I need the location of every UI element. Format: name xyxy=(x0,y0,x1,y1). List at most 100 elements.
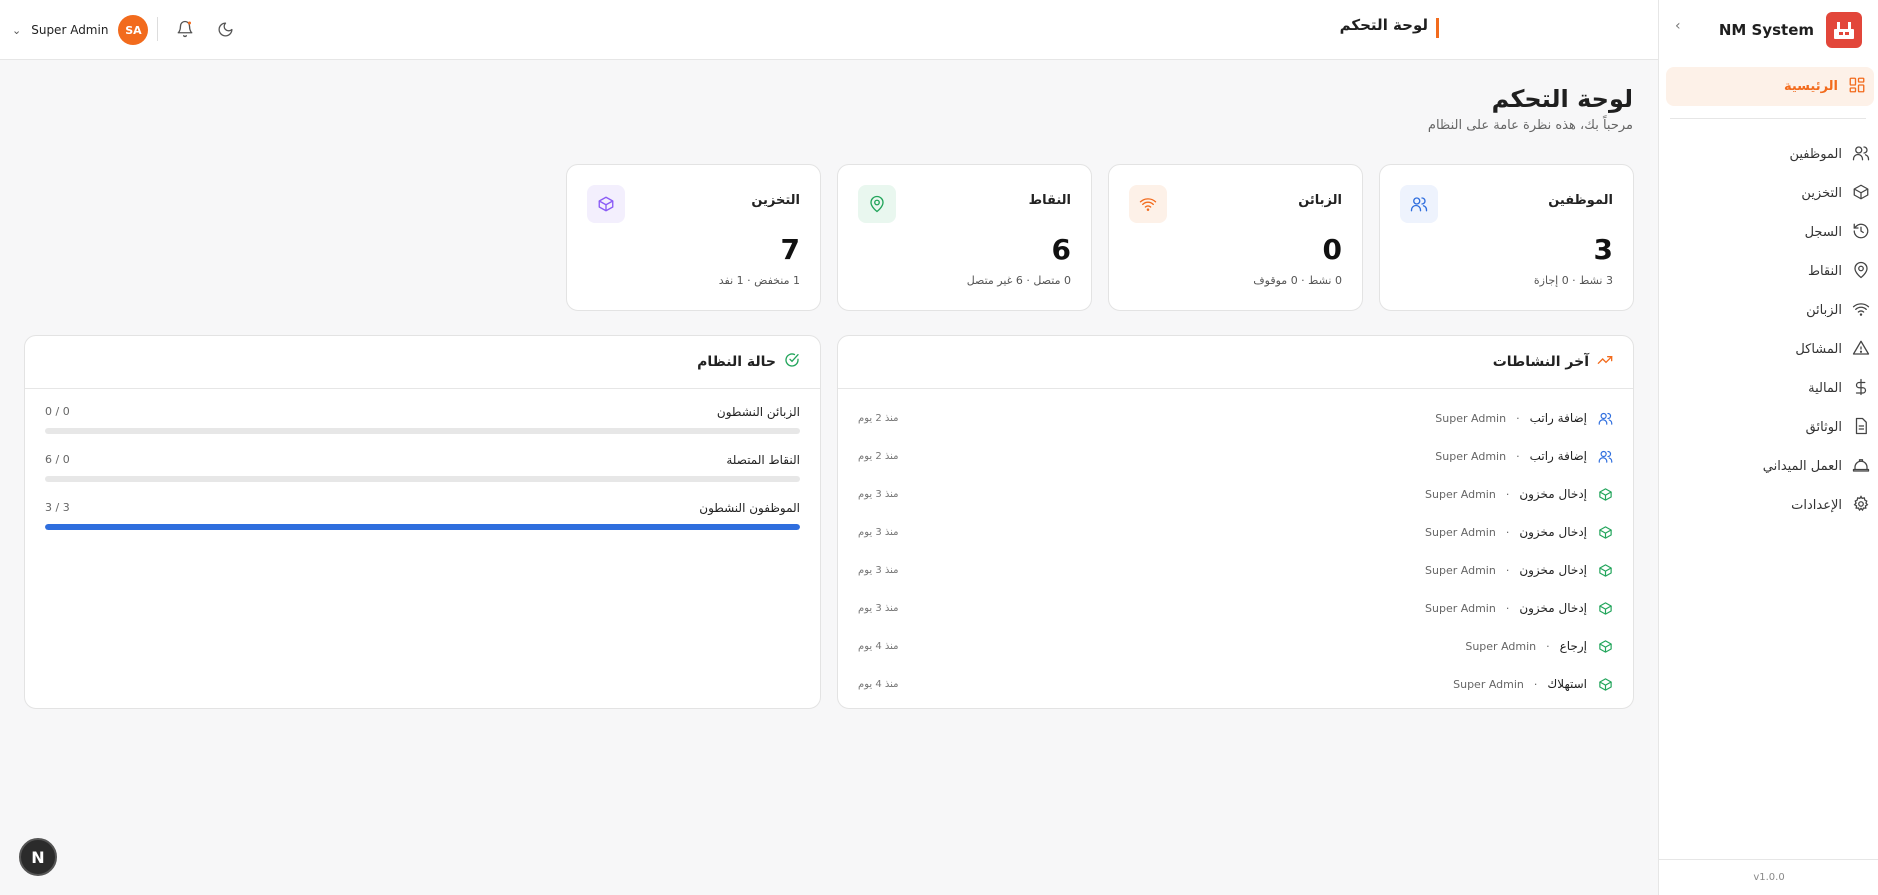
activity-time: منذ 3 يوم xyxy=(858,526,899,538)
separator: · xyxy=(1516,449,1520,463)
activity-user: Super Admin xyxy=(1435,411,1507,425)
sidebar-item-home[interactable]: الرئيسية xyxy=(1666,67,1874,106)
activity-item: استهلاك · Super Admin منذ 4 يوم xyxy=(858,671,1613,697)
box-icon xyxy=(1597,562,1613,578)
stat-sub: 3 نشط · 0 إجازة xyxy=(1533,274,1613,287)
status-label: الموظفون النشطون xyxy=(699,501,800,515)
divider xyxy=(1670,118,1866,119)
activity-item: إدخال مخزون · Super Admin منذ 3 يوم xyxy=(858,481,1613,507)
stat-sub: 0 نشط · 0 موقوف xyxy=(1253,274,1342,287)
dollar-icon xyxy=(1852,378,1870,400)
stat-card-customers[interactable]: الزبائن 0 0 نشط · 0 موقوف xyxy=(1108,164,1363,311)
sidebar-item-finance[interactable]: المالية xyxy=(1658,369,1878,408)
activity-panel: آخر النشاطات إضافة راتب · Super Admin منذ 2… xyxy=(837,335,1634,709)
stat-card-points[interactable]: النقاط 6 0 متصل · 6 غير متصل xyxy=(837,164,1092,311)
activity-user: Super Admin xyxy=(1425,601,1496,615)
users-icon xyxy=(1597,448,1613,464)
hard-hat-icon xyxy=(1852,456,1870,478)
sidebar-item-points[interactable]: النقاط xyxy=(1658,252,1878,291)
brand-name: NM System xyxy=(1718,21,1814,39)
sidebar-item-label: السجل xyxy=(1804,225,1842,240)
progress-track xyxy=(45,428,800,434)
box-icon xyxy=(1852,183,1870,205)
sidebar-item-documents[interactable]: الوثائق xyxy=(1658,408,1878,447)
activity-time: منذ 4 يوم xyxy=(858,640,899,652)
user-menu[interactable]: ⌄ Super Admin SA xyxy=(12,14,149,46)
activity-action: استهلاك xyxy=(1547,677,1587,691)
sidebar-item-log[interactable]: السجل xyxy=(1658,213,1878,252)
stat-value: 6 xyxy=(1051,233,1071,266)
sidebar-item-label: النقاط xyxy=(1807,264,1842,279)
sidebar-item-employees[interactable]: الموظفين xyxy=(1658,135,1878,174)
activity-item: إرجاع · Super Admin منذ 4 يوم xyxy=(858,633,1613,659)
stat-label: النقاط xyxy=(1028,193,1071,208)
logo-icon xyxy=(1826,12,1862,48)
separator: · xyxy=(1505,563,1510,577)
panel-title: حالة النظام xyxy=(697,354,776,370)
brand: NM System xyxy=(1719,12,1862,48)
page-title: لوحة التحكم xyxy=(1491,85,1633,113)
box-icon xyxy=(1597,676,1613,692)
stat-sub: 1 منخفض · 1 نفد xyxy=(718,274,800,287)
sidebar-item-label: المشاكل xyxy=(1795,342,1842,357)
status-count: 6 / 0 xyxy=(45,453,70,466)
activity-time: منذ 3 يوم xyxy=(858,488,899,500)
box-icon xyxy=(587,185,625,223)
sidebar-item-settings[interactable]: الإعدادات xyxy=(1658,486,1878,525)
version-label: v1.0.0 xyxy=(1659,859,1878,895)
divider xyxy=(157,17,158,41)
stat-sub: 0 متصل · 6 غير متصل xyxy=(966,274,1071,287)
activity-time: منذ 4 يوم xyxy=(858,678,899,690)
box-icon xyxy=(1597,486,1613,502)
status-label: النقاط المتصلة xyxy=(726,453,800,467)
sidebar-item-label: الموظفين xyxy=(1789,147,1842,162)
panel-title: آخر النشاطات xyxy=(1492,354,1589,370)
sidebar-item-issues[interactable]: المشاكل xyxy=(1658,330,1878,369)
status-row: النقاط المتصلة 6 / 0 xyxy=(45,453,800,493)
activity-time: منذ 2 يوم xyxy=(858,412,899,424)
dashboard-icon xyxy=(1848,76,1866,98)
collapse-sidebar-button[interactable]: ‹ xyxy=(1675,18,1681,34)
activity-action: إرجاع xyxy=(1559,639,1587,653)
stat-label: الزبائن xyxy=(1298,193,1342,208)
separator: · xyxy=(1505,487,1510,501)
activity-time: منذ 3 يوم xyxy=(858,602,899,614)
chevron-down-icon: ⌄ xyxy=(12,23,22,37)
stat-card-storage[interactable]: التخزين 7 1 منخفض · 1 نفد xyxy=(566,164,821,311)
activity-action: إدخال مخزون xyxy=(1519,563,1587,577)
sidebar-item-label: الإعدادات xyxy=(1791,498,1842,513)
floating-action-button[interactable]: N xyxy=(19,838,57,876)
activity-item: إدخال مخزون · Super Admin منذ 3 يوم xyxy=(858,557,1613,583)
sidebar-item-customers[interactable]: الزبائن xyxy=(1658,291,1878,330)
panel-header: آخر النشاطات xyxy=(838,336,1633,389)
activity-user: Super Admin xyxy=(1465,639,1537,653)
map-pin-icon xyxy=(858,185,896,223)
wifi-icon xyxy=(1129,185,1167,223)
sidebar-item-storage[interactable]: التخزين xyxy=(1658,174,1878,213)
activity-action: إضافة راتب xyxy=(1529,449,1587,463)
status-row: الزبائن النشطون 0 / 0 xyxy=(45,405,800,445)
stat-card-employees[interactable]: الموظفين 3 3 نشط · 0 إجازة xyxy=(1379,164,1634,311)
activity-user: Super Admin xyxy=(1425,563,1496,577)
activity-time: منذ 3 يوم xyxy=(858,564,899,576)
sidebar-item-fieldwork[interactable]: العمل الميداني xyxy=(1658,447,1878,486)
moon-icon[interactable] xyxy=(214,18,236,40)
separator: · xyxy=(1546,639,1550,653)
history-icon xyxy=(1852,222,1870,244)
map-pin-icon xyxy=(1852,261,1870,283)
stat-value: 7 xyxy=(780,233,800,266)
separator: · xyxy=(1505,601,1510,615)
stat-label: التخزين xyxy=(751,193,800,208)
separator: · xyxy=(1533,677,1538,691)
activity-action: إدخال مخزون xyxy=(1519,525,1587,539)
progress-track xyxy=(45,524,800,530)
sidebar: ‹ NM System الرئيسية الموظفين التخزين ال… xyxy=(1658,0,1878,895)
activity-action: إضافة راتب xyxy=(1529,411,1587,425)
progress-fill xyxy=(45,524,800,530)
panel-header: حالة النظام xyxy=(25,336,820,389)
users-icon xyxy=(1400,185,1438,223)
box-icon xyxy=(1597,600,1613,616)
notification-bell-icon[interactable] xyxy=(174,18,196,40)
top-bar: ⌄ Super Admin SA لوحة التحكم xyxy=(0,0,1658,60)
page-label: لوحة التحكم xyxy=(1339,16,1428,34)
